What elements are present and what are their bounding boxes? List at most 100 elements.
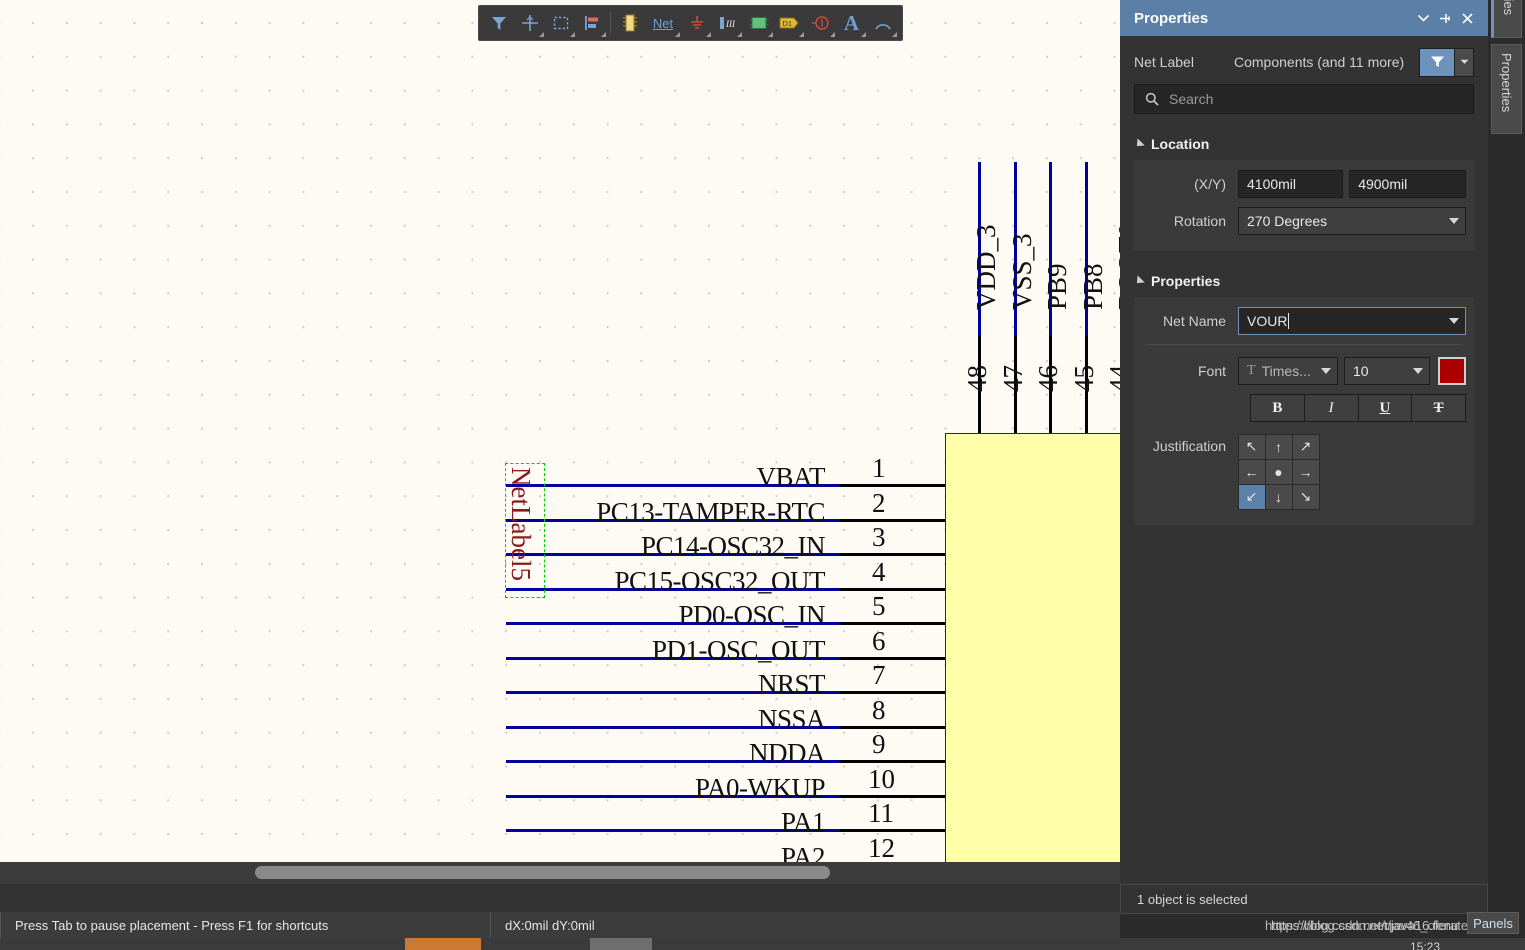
rotation-value: 270 Degrees [1247,213,1328,229]
pin-number-label: 1 [872,453,886,483]
dropdown-corner[interactable] [861,32,866,37]
section-header-location[interactable]: Location [1133,136,1474,152]
font-color-swatch[interactable] [1438,357,1466,385]
pin-number-label: 7 [872,660,886,690]
pin-name-label: VBAT [756,462,825,492]
properties-panel-titlebar[interactable]: Properties [1120,0,1488,36]
object-scope-label: Components (and 11 more) [1234,54,1405,70]
location-y-input[interactable]: 4900mil [1349,170,1466,198]
pin-number-label: 3 [872,522,886,552]
crosshair-icon[interactable] [514,8,545,38]
taskbar-item-active[interactable] [405,938,481,950]
dropdown-corner[interactable] [539,32,544,37]
scrollbar-thumb[interactable] [255,866,830,879]
pin-name-label: PB8 [1078,263,1108,310]
net-name-input[interactable]: VOUR [1238,307,1466,335]
justify-bottom-right[interactable]: ↘ [1291,483,1320,510]
component-icon[interactable] [614,8,645,38]
select-area-icon[interactable] [545,8,576,38]
gnd-power-icon[interactable] [681,8,712,38]
dropdown-corner[interactable] [675,32,680,37]
rotation-label: Rotation [1173,213,1226,229]
arc-icon[interactable] [867,8,898,38]
filter-dropdown-button[interactable] [1455,47,1474,77]
italic-button[interactable]: I [1303,394,1359,422]
strikethrough-button[interactable]: T [1411,394,1466,422]
align-icon[interactable] [576,8,607,38]
pin-line[interactable] [840,484,945,487]
search-input[interactable]: Search [1134,84,1474,114]
object-type-label: Net Label [1134,54,1194,70]
designator-icon[interactable]: D1 [774,8,805,38]
dropdown-corner[interactable] [737,32,742,37]
dropdown-corner[interactable] [570,32,575,37]
dropdown-corner[interactable] [601,32,606,37]
pin-line[interactable] [840,829,945,832]
vtab-properties[interactable]: Properties [1491,44,1522,134]
justify-bottom-center[interactable]: ↓ [1264,483,1293,510]
pin-line[interactable] [840,657,945,660]
os-taskbar[interactable] [0,938,1525,950]
net-name-row: Net Name VOUR [1142,307,1466,335]
schematic-canvas[interactable]: Net III D1 A VDD_3 48 VSS_3 47 PB9 46 PB… [0,0,1120,862]
rotation-select[interactable]: 270 Degrees [1238,207,1466,235]
justify-middle-left[interactable]: ← [1237,458,1266,485]
justify-middle-center[interactable]: ● [1264,458,1293,485]
panel-title: Properties [1134,9,1209,27]
close-icon[interactable] [1456,7,1478,29]
pin-line[interactable] [840,691,945,694]
port-icon[interactable]: III [712,8,743,38]
section-header-properties[interactable]: Properties [1133,273,1474,289]
active-bar-toolbar[interactable]: Net III D1 A [478,5,903,41]
pin-name-label: NSSA [757,704,826,734]
pin-name-label: VDD_3 [971,224,1001,311]
pin-number-label: 12 [868,833,895,862]
sheet-symbol-icon[interactable] [743,8,774,38]
underline-button[interactable]: U [1357,394,1413,422]
xy-label: (X/Y) [1194,176,1226,192]
pin-line[interactable] [840,726,945,729]
pin-line[interactable] [840,553,945,556]
net-name-label: Net Name [1162,313,1226,329]
font-size-select[interactable]: 10 [1344,357,1430,385]
bold-button[interactable]: B [1250,394,1305,422]
dropdown-corner[interactable] [768,32,773,37]
vtab-label: aries [1501,0,1516,16]
pin-line[interactable] [840,519,945,522]
vtab-libraries[interactable]: aries [1491,0,1522,38]
pin-line[interactable] [840,760,945,763]
justify-top-center[interactable]: ↑ [1264,433,1293,460]
justification-grid[interactable]: ↖ ↑ ↗ ← ● → ↙ ↓ ↘ [1237,433,1320,510]
chevron-down-icon[interactable] [1412,7,1434,29]
pin-icon[interactable] [1434,7,1456,29]
justify-bottom-left[interactable]: ↙ [1237,483,1266,510]
component-body[interactable] [945,433,1120,862]
filter-toggle-button[interactable] [1419,47,1455,77]
pin-number-label: 48 [962,365,992,392]
collapse-triangle-icon [1133,275,1145,287]
status-delta: dX:0mil dY:0mil [490,912,820,938]
text-icon[interactable]: A [836,8,867,38]
font-face-select[interactable]: T Times... [1238,357,1338,385]
justify-top-left[interactable]: ↖ [1237,433,1266,460]
justify-middle-right[interactable]: → [1291,458,1320,485]
net-label-icon[interactable]: Net [645,8,681,38]
dropdown-corner[interactable] [799,32,804,37]
no-erc-icon[interactable] [805,8,836,38]
canvas-horizontal-scrollbar[interactable] [0,862,1120,884]
dropdown-corner[interactable] [830,32,835,37]
justify-top-right[interactable]: ↗ [1291,433,1320,460]
xy-row: (X/Y) 4100mil 4900mil [1142,170,1466,198]
pin-line[interactable] [840,622,945,625]
panels-button[interactable]: Panels [1467,912,1519,934]
dropdown-corner[interactable] [706,32,711,37]
taskbar-item[interactable] [590,938,652,950]
font-face-value: Times... [1261,363,1311,379]
pin-line[interactable] [840,588,945,591]
location-x-input[interactable]: 4100mil [1238,170,1344,198]
pin-number-label: 6 [872,626,886,656]
dropdown-corner[interactable] [892,32,897,37]
net-label-ghost[interactable]: NetLabel5 [505,463,545,598]
selection-status: 1 object is selected [1120,884,1488,914]
filter-icon[interactable] [483,8,514,38]
